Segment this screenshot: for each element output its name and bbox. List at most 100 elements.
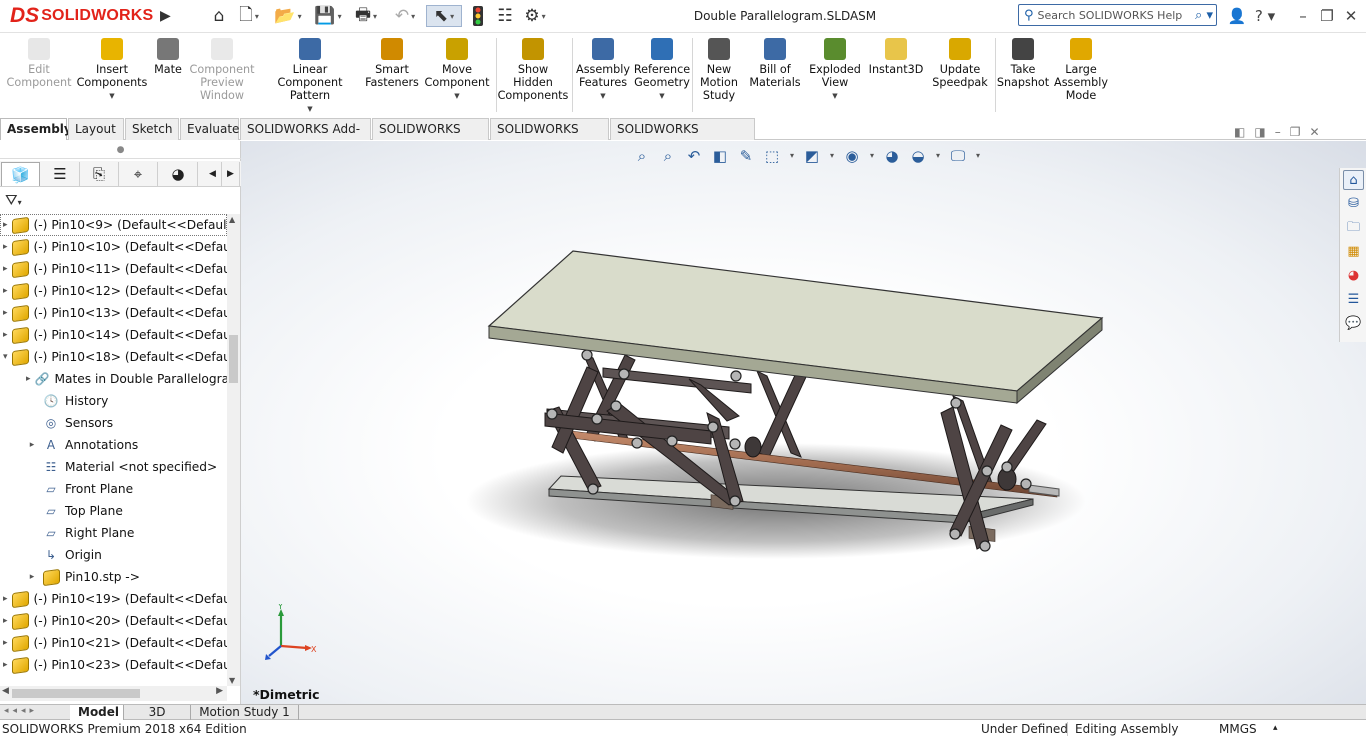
options-gear-icon[interactable]: ⚙ ▾ (519, 5, 551, 27)
tab-layout[interactable]: Layout (68, 118, 124, 140)
tree-item[interactable]: ◎ Sensors (0, 412, 227, 434)
tree-expander-icon[interactable]: ▸ (3, 660, 8, 670)
bottom-tab-motion-study-1[interactable]: Motion Study 1 (191, 705, 299, 720)
tree-item[interactable]: ▸ 🔗 Mates in Double Parallelogra (0, 368, 227, 390)
new-document-button[interactable]: 🗋 ▾ (234, 5, 264, 27)
feature-tree-tab-icon[interactable]: 🧊 (1, 162, 40, 186)
tree-expander-icon[interactable]: ▸ (26, 440, 38, 450)
linear-component-pattern-button[interactable]: Linear Component Pattern ▼ (262, 38, 358, 116)
tab-sketch[interactable]: Sketch (125, 118, 179, 140)
exploded-view-button[interactable]: Exploded View ▼ (809, 38, 861, 103)
custom-properties-icon[interactable]: ☰ (1343, 290, 1364, 310)
tree-item[interactable]: ☷ Material <not specified> (0, 456, 227, 478)
graphics-area[interactable]: ⌕ ⌕ ↶ ◧ ✎ ⬚ ▾ ◩ ▾ ◉ ▾ ◕ ◒ ▾ 🖵 ▾ Y X (241, 141, 1366, 704)
save-button[interactable]: 💾 ▾ (311, 5, 345, 27)
tree-expander-icon[interactable]: ▸ (3, 616, 8, 626)
tree-expander-icon[interactable]: ▸ (3, 220, 8, 230)
help-icon[interactable]: ? ▾ (1251, 6, 1279, 26)
tree-expander-icon[interactable]: ▸ (3, 286, 8, 296)
undo-button[interactable]: ↶ ▾ (388, 5, 422, 27)
property-manager-tab-icon[interactable]: ☰ (41, 162, 80, 186)
doc-next-icon[interactable]: ◨ (1254, 125, 1265, 141)
doc-minimize-icon[interactable]: – (1275, 125, 1281, 141)
bottom-tab-3d-views[interactable]: 3D Views (124, 705, 191, 733)
tab-solidworks-mbd[interactable]: SOLIDWORKS MBD (372, 118, 489, 157)
tab-assembly[interactable]: Assembly (0, 118, 72, 140)
bill-of-materials-button[interactable]: Bill of Materials (749, 38, 801, 89)
tab-evaluate[interactable]: Evaluate (180, 118, 239, 140)
tree-expander-icon[interactable]: ▾ (3, 352, 8, 362)
chevron-down-icon[interactable]: ▼ (109, 90, 114, 103)
chevron-down-icon[interactable]: ▼ (307, 103, 312, 116)
tree-item[interactable]: ▸ (-) Pin10<19> (Default<<Default> (0, 588, 227, 610)
show-hidden-components-button[interactable]: Show Hidden Components (498, 38, 568, 102)
update-speedpak-button[interactable]: Update Speedpak (932, 38, 988, 89)
home-icon[interactable]: ⌂ (207, 5, 231, 27)
tabs-scroll-left-icon[interactable]: ◀ (204, 162, 222, 186)
chevron-down-icon[interactable]: ▼ (454, 90, 459, 103)
tree-item[interactable]: ▸ Pin10.stp -> (0, 566, 227, 588)
reference-geometry-button[interactable]: Reference Geometry ▼ (634, 38, 690, 103)
chevron-down-icon[interactable]: ▼ (832, 90, 837, 103)
view-palette-icon[interactable]: ▦ (1343, 242, 1364, 262)
tab-solidworks-inspection[interactable]: SOLIDWORKS Inspection (610, 118, 755, 157)
tree-item[interactable]: ▸ (-) Pin10<13> (Default<<Default> (0, 302, 227, 324)
assembly-model[interactable] (241, 141, 1366, 704)
tree-expander-icon[interactable]: ▸ (3, 242, 8, 252)
minimize-icon[interactable]: – (1292, 6, 1314, 26)
display-manager-tab-icon[interactable]: ◕ (159, 162, 198, 186)
tree-item[interactable]: ▸ (-) Pin10<23> (Default<<Default> (0, 654, 227, 676)
insert-components-button[interactable]: Insert Components ▼ (77, 38, 147, 103)
dimxpert-tab-icon[interactable]: ⌖ (119, 162, 158, 186)
menu-expand-arrow[interactable]: ▶ (160, 6, 174, 26)
file-explorer-icon[interactable]: 🗀 (1343, 218, 1364, 238)
tree-item[interactable]: ▸ (-) Pin10<21> (Default<<Default> (0, 632, 227, 654)
solidworks-resources-icon[interactable]: ⌂ (1343, 170, 1364, 190)
solidworks-logo[interactable]: DS SOLIDWORKS (10, 4, 153, 28)
doc-restore-icon[interactable]: ❐ (1290, 125, 1301, 141)
tree-item[interactable]: ▸ A Annotations (0, 434, 227, 456)
restore-icon[interactable]: ❐ (1316, 6, 1338, 26)
tree-scroll-thumb[interactable] (229, 335, 238, 383)
close-icon[interactable]: ✕ (1340, 6, 1362, 26)
search-input[interactable]: Search SOLIDWORKS Help (1038, 9, 1183, 22)
rebuild-traffic-light-icon[interactable] (470, 5, 486, 27)
tree-expander-icon[interactable]: ▸ (26, 572, 38, 582)
doc-prev-icon[interactable]: ◧ (1234, 125, 1245, 141)
print-button[interactable]: 🖶 ▾ (349, 5, 383, 27)
tab-scroll-arrows[interactable]: ◂◂◂▸ (4, 706, 38, 716)
configuration-manager-tab-icon[interactable]: ⎘ (80, 162, 119, 186)
select-button[interactable]: ⬉ ▾ (426, 5, 462, 27)
instant3d-button[interactable]: Instant3D (869, 38, 923, 76)
doc-close-icon[interactable]: ✕ (1309, 125, 1319, 141)
chevron-down-icon[interactable]: ▼ (659, 90, 664, 103)
tree-item[interactable]: ▱ Right Plane (0, 522, 227, 544)
tree-expander-icon[interactable]: ▸ (3, 264, 8, 274)
tree-expander-icon[interactable]: ▸ (3, 638, 8, 648)
mate-button[interactable]: Mate (154, 38, 182, 76)
tree-expander-icon[interactable]: ▸ (3, 594, 8, 604)
tree-item[interactable]: ▱ Top Plane (0, 500, 227, 522)
tree-item[interactable]: ▱ Front Plane (0, 478, 227, 500)
tabs-scroll-right-icon[interactable]: ▶ (222, 162, 240, 186)
appearances-icon[interactable]: ◕ (1343, 266, 1364, 286)
help-search-box[interactable]: ⚲ Search SOLIDWORKS Help ⌕ ▾ (1018, 4, 1217, 26)
tree-expander-icon[interactable]: ▸ (3, 330, 8, 340)
assembly-features-button[interactable]: Assembly Features ▼ (576, 38, 630, 103)
forum-icon[interactable]: 💬 (1343, 314, 1364, 334)
tree-item[interactable]: 🕓 History (0, 390, 227, 412)
tree-item[interactable]: ▾ (-) Pin10<18> (Default<<Default> (0, 346, 227, 368)
edit-component-button[interactable]: Edit Component (7, 38, 71, 89)
component-preview-window-button[interactable]: Component Preview Window (190, 38, 254, 102)
take-snapshot-button[interactable]: Take Snapshot (997, 38, 1049, 89)
tree-item[interactable]: ▸ (-) Pin10<10> (Default<<Default> (0, 236, 227, 258)
chevron-down-icon[interactable]: ▼ (600, 90, 605, 103)
tree-vertical-scrollbar[interactable]: ▲ ▼ (227, 214, 240, 686)
smart-fasteners-button[interactable]: Smart Fasteners (365, 38, 419, 89)
new-motion-study-button[interactable]: New Motion Study (700, 38, 738, 102)
user-icon[interactable]: 👤 (1226, 6, 1248, 26)
tree-filter-icon[interactable]: ⛛▾ (5, 191, 29, 213)
tree-item[interactable]: ▸ (-) Pin10<20> (Default<<Default> (0, 610, 227, 632)
tree-item[interactable]: ▸ (-) Pin10<9> (Default<<Default>_ (0, 214, 227, 236)
tree-expander-icon[interactable]: ▸ (26, 374, 31, 384)
